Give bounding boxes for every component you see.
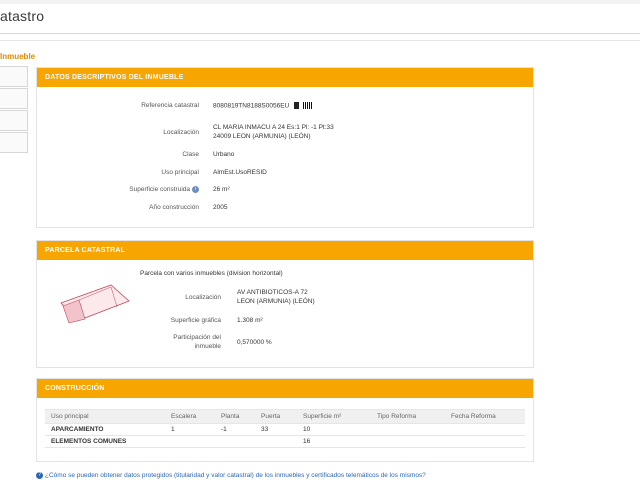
cell <box>215 435 255 448</box>
cell: -1 <box>215 423 255 436</box>
question-icon: ? <box>36 472 43 479</box>
localizacion-line-1: CL MARIA INMACU A 24 Es:1 Pl: -1 Pt:33 <box>213 124 334 131</box>
col-superficie: Superficie m² <box>297 409 371 424</box>
ref-catastral-label: Referencia catastral <box>141 102 199 109</box>
cell: 10 <box>297 423 371 436</box>
col-planta: Planta <box>215 409 255 424</box>
info-icon[interactable]: i <box>192 186 199 193</box>
parcela-catastral-panel: PARCELA CATASTRAL Parcela con varios inm… <box>36 240 534 368</box>
parcela-panel-heading: PARCELA CATASTRAL <box>37 241 533 260</box>
cell <box>371 435 445 448</box>
superficie-label-row: Superficie construida i <box>37 186 199 193</box>
document-icon[interactable] <box>294 102 300 109</box>
uso-principal-value: AlmEst.UsoRESID <box>213 169 267 176</box>
ref-catastral-value: 8080819TN8188S0056EU <box>213 102 290 110</box>
datos-descriptivos-panel: DATOS DESCRIPTIVOS DEL INMUEBLE Referenc… <box>36 67 534 228</box>
uso-principal-label: Uso principal <box>161 169 199 176</box>
localizacion-label: Localización <box>163 129 199 136</box>
participacion-value: 0,570000 % <box>237 339 272 346</box>
col-uso: Uso principal <box>45 409 165 424</box>
parcela-localizacion-line-1: AV ANTIBIOTICOS-A 72 <box>237 289 308 296</box>
divider <box>0 40 640 41</box>
side-tab-3[interactable] <box>0 110 28 131</box>
superficie-label: Superficie construida <box>129 186 190 194</box>
cell <box>371 423 445 436</box>
construccion-table: Uso principal Escalera Planta Puerta Sup… <box>45 409 525 448</box>
side-tab-1[interactable] <box>0 66 28 87</box>
localizacion-line-2: 24009 LEON (ARMUNIA) (LEÓN) <box>213 133 311 140</box>
col-tipo-reforma: Tipo Reforma <box>371 409 445 424</box>
cell: 1 <box>165 423 215 436</box>
parcela-localizacion-line-2: LEON (ARMUNIA) (LEÓN) <box>237 298 315 305</box>
cell: 33 <box>255 423 297 436</box>
ref-catastral-row: 8080819TN8188S0056EU <box>213 102 313 110</box>
cell <box>255 435 297 448</box>
cell: 16 <box>297 435 371 448</box>
side-tab-2[interactable] <box>0 88 28 109</box>
anio-label: Año construcción <box>149 204 199 211</box>
side-tab-4[interactable] <box>0 132 28 153</box>
help-link[interactable]: ? ¿Cómo se pueden obtener datos protegido… <box>36 472 426 479</box>
parcela-description: Parcela con varios inmuebles (division h… <box>140 270 283 277</box>
barcode-icon[interactable] <box>303 102 313 109</box>
datos-panel-heading: DATOS DESCRIPTIVOS DEL INMUEBLE <box>37 68 533 87</box>
clase-value: Urbano <box>213 151 235 158</box>
col-fecha-reforma: Fecha Reforma <box>445 409 525 424</box>
help-link-text[interactable]: ¿Cómo se pueden obtener datos protegidos… <box>45 472 426 479</box>
app-header: atastro <box>0 0 640 34</box>
construccion-panel: CONSTRUCCIÓN Uso principal Escalera Plan… <box>36 378 534 462</box>
superficie-grafica-label: Superficie gráfica <box>170 317 221 324</box>
side-tabs <box>0 66 28 154</box>
app-title: atastro <box>0 8 45 24</box>
col-puerta: Puerta <box>255 409 297 424</box>
cell <box>445 423 525 436</box>
participacion-label-2: inmueble <box>194 343 221 350</box>
construccion-panel-heading: CONSTRUCCIÓN <box>37 379 533 398</box>
clase-label: Clase <box>182 151 199 158</box>
section-title: Inmueble <box>0 52 36 61</box>
ref-icons <box>294 102 313 109</box>
col-escalera: Escalera <box>165 409 215 424</box>
parcela-localizacion-label: Localización <box>185 294 221 301</box>
cell: APARCAMIENTO <box>45 423 165 436</box>
table-row: APARCAMIENTO 1 -1 33 10 <box>45 423 525 436</box>
participacion-label-1: Participación del <box>173 334 221 341</box>
superficie-grafica-value: 1.308 m² <box>237 317 263 324</box>
anio-value: 2005 <box>213 204 228 211</box>
table-row: ELEMENTOS COMUNES 16 <box>45 435 525 448</box>
table-header-row: Uso principal Escalera Planta Puerta Sup… <box>45 409 525 424</box>
cell <box>445 435 525 448</box>
superficie-value: 26 m² <box>213 186 230 193</box>
cell: ELEMENTOS COMUNES <box>45 435 165 448</box>
cell <box>165 435 215 448</box>
header-strip <box>0 0 640 4</box>
